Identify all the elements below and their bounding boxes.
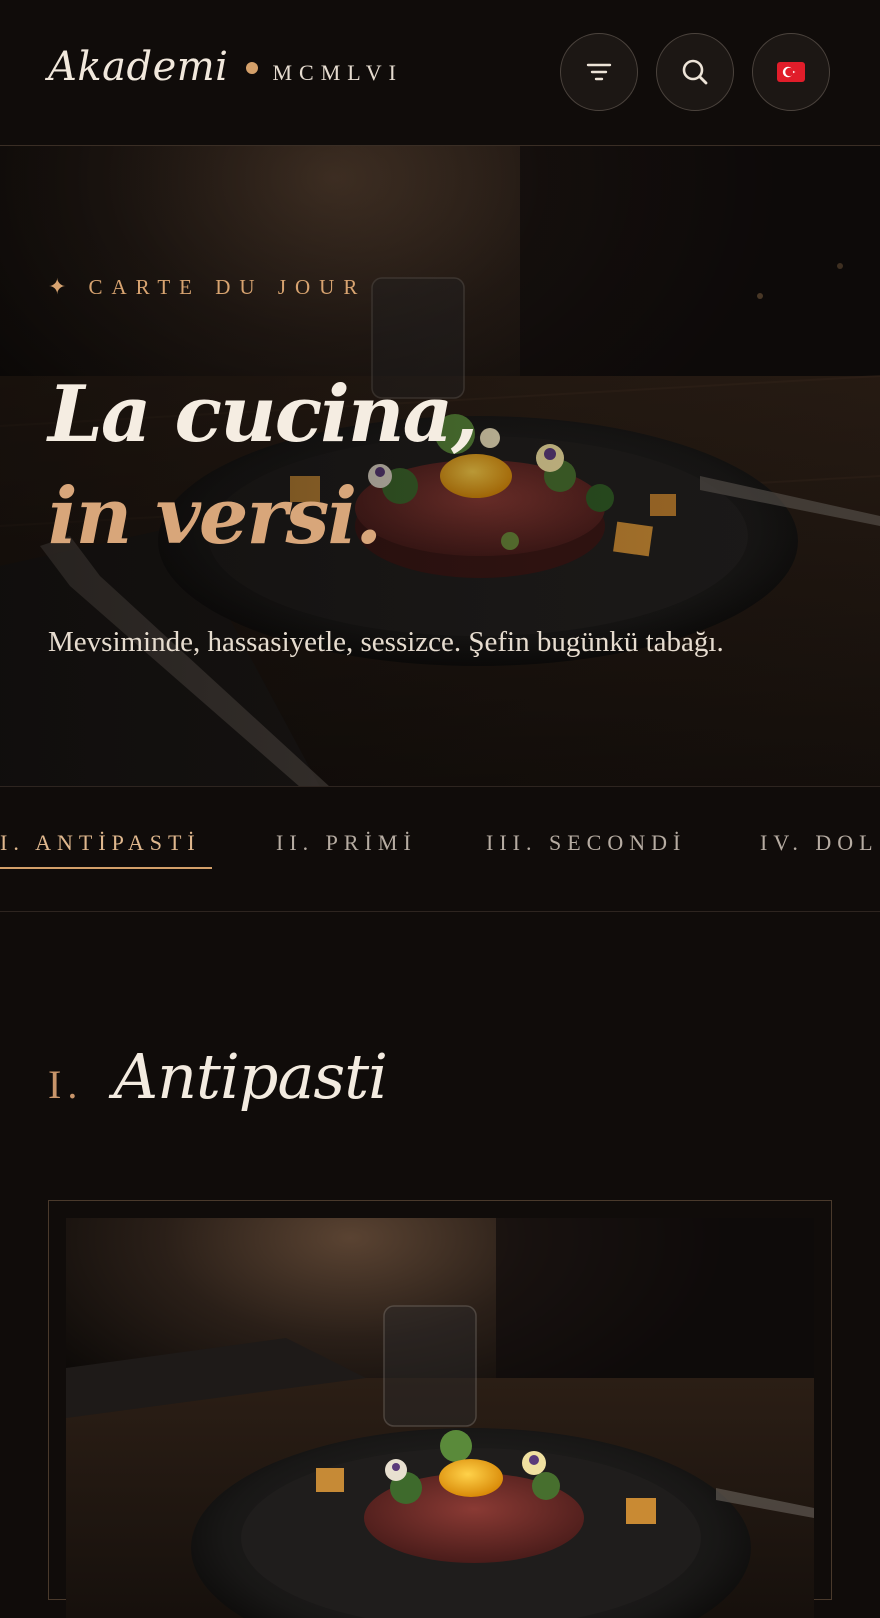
menu-category-tabs: I. ANTİPASTİ II. PRİMİ III. SECONDİ IV. … [0,788,880,912]
dish-photo [66,1218,814,1618]
brand-subtitle: MCMLVI [272,60,403,85]
tab-antipasti[interactable]: I. ANTİPASTİ [0,830,201,856]
section-heading: I. Antipasti [48,1040,388,1113]
search-button[interactable] [656,33,734,111]
filter-icon [586,63,612,81]
hero-title-line2: in versi. [48,471,382,562]
active-tab-indicator [0,867,212,869]
hero-lead: Mevsiminde, hassasiyetle, sessizce. Şefi… [48,626,724,658]
dish-card[interactable] [48,1200,832,1618]
brand-dot [246,62,259,74]
turkey-flag-icon [777,62,805,82]
hero-banner: ✦ CARTE DU JOUR La cucina, in versi. Mev… [0,146,880,787]
section-number: I. [48,1062,84,1107]
tab-secondi[interactable]: III. SECONDİ [486,830,686,856]
dish-photo-frame [66,1218,814,1618]
hero-eyebrow: ✦ CARTE DU JOUR [48,274,366,300]
tab-dolci[interactable]: IV. DOL [760,830,879,856]
sparkle-icon: ✦ [48,274,67,299]
tab-primi[interactable]: II. PRİMİ [276,830,417,856]
language-button[interactable] [752,33,830,111]
section-title: Antipasti [113,1040,388,1113]
search-icon [682,59,708,85]
brand-logo[interactable]: Akademi MCMLVI [48,44,403,90]
filter-button[interactable] [560,33,638,111]
hero-eyebrow-label: CARTE DU JOUR [88,274,367,299]
site-header: Akademi MCMLVI [0,0,880,146]
hero-title: La cucina, in versi. [48,364,478,568]
hero-title-line1: La cucina, [48,369,478,460]
brand-name: Akademi [48,44,229,90]
